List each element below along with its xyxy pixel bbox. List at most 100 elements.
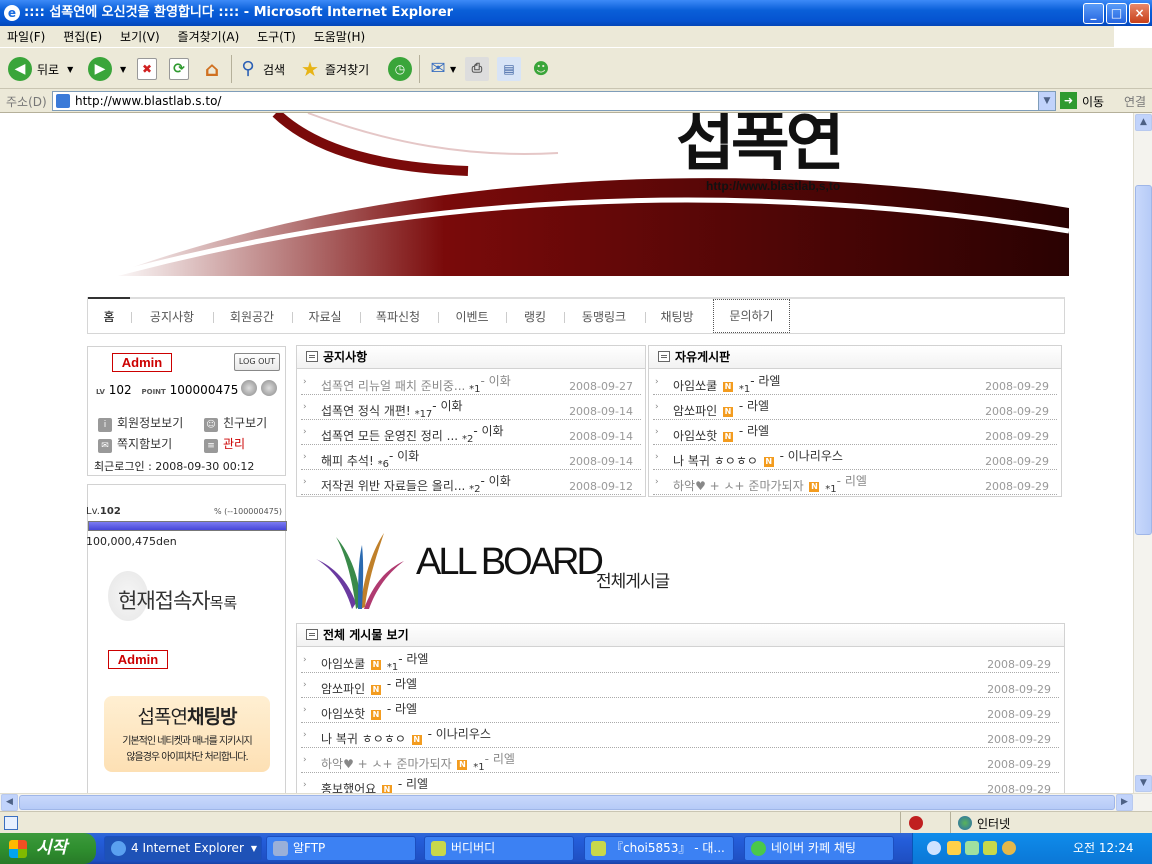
chat-room-banner[interactable]: 섭폭연채팅방 기본적인 네티켓과 매너를 지키시지 않을경우 아이피차단 처리합… (104, 696, 270, 772)
bullet-icon: › (303, 377, 307, 387)
free-board-header[interactable]: 자유게시판 (649, 346, 1061, 369)
task-alftp[interactable]: 알FTP (266, 836, 416, 861)
list-item[interactable]: › 섭폭연 모든 운영진 정리 ... *2- 이화 2008-09-14 (301, 420, 641, 445)
minimize-button[interactable]: _ (1083, 3, 1104, 24)
nav-chat[interactable]: 채팅방 (652, 299, 702, 334)
list-item[interactable]: › 아임쏘핫 N - 라엘 2008-09-29 (301, 698, 1059, 723)
scroll-up-icon[interactable]: ▲ (1135, 114, 1152, 131)
list-item[interactable]: › 아임쏘쿨 N *1- 라엘 2008-09-29 (301, 648, 1059, 673)
forward-button[interactable]: ▶ ▼ (88, 55, 126, 83)
nav-members[interactable]: 회원공간 (218, 299, 286, 334)
new-badge: N (723, 382, 733, 392)
maximize-button[interactable]: □ (1106, 3, 1127, 24)
list-item[interactable]: › 나 복귀 ㅎㅇㅎㅇ N - 이나리우스 2008-09-29 (653, 445, 1057, 470)
list-item[interactable]: › 섭폭연 정식 개편! *17- 이화 2008-09-14 (301, 395, 641, 420)
post-title-line: 해피 추석! *6- 이화 (321, 449, 419, 470)
task-internet-explorer[interactable]: 4 Internet Explorer ▼ (104, 836, 262, 861)
search-button[interactable]: ⚲ 검색 (236, 55, 285, 83)
scroll-down-icon[interactable]: ▼ (1135, 775, 1152, 792)
list-item[interactable]: › 암쏘파인 N - 라엘 2008-09-29 (301, 673, 1059, 698)
vertical-scrollbar[interactable]: ▲ ▼ (1133, 113, 1152, 793)
close-button[interactable]: × (1129, 3, 1150, 24)
menu-file[interactable]: 파일(F) (0, 26, 52, 48)
task-chat-window[interactable]: 『choi5853』 - 대... (584, 836, 734, 861)
logout-button[interactable]: LOG OUT (234, 353, 280, 371)
nav-files[interactable]: 자료실 (296, 299, 354, 334)
address-input[interactable]: http://www.blastlab.s.to/ ▼ (52, 91, 1056, 111)
scroll-right-icon[interactable]: ▶ (1116, 794, 1133, 811)
nav-ranking[interactable]: 랭킹 (512, 299, 558, 334)
tray-app-icon[interactable] (983, 841, 997, 855)
tray-app-icon[interactable] (965, 841, 979, 855)
menu-help[interactable]: 도움말(H) (307, 26, 373, 48)
list-item[interactable]: › 나 복귀 ㅎㅇㅎㅇ N - 이나리우스 2008-09-29 (301, 723, 1059, 748)
comment-count: *2 (469, 484, 481, 495)
list-item[interactable]: › 해피 추석! *6- 이화 2008-09-14 (301, 445, 641, 470)
task-naver-cafe-chat[interactable]: 네이버 카페 채팅 (744, 836, 894, 861)
vertical-scroll-thumb[interactable] (1135, 185, 1152, 535)
nav-inquiry[interactable]: 문의하기 (713, 299, 790, 333)
scroll-left-icon[interactable]: ◀ (1, 794, 18, 811)
gear-icon[interactable] (241, 380, 257, 396)
horizontal-scroll-thumb[interactable] (19, 795, 1115, 810)
favorites-button[interactable]: ★ 즐겨찾기 (298, 55, 369, 83)
all-posts-header[interactable]: 전체 게시물 보기 (297, 624, 1064, 647)
horizontal-scrollbar[interactable]: ◀ ▶ (0, 793, 1152, 811)
nav-links[interactable]: 동맹링크 (570, 299, 638, 334)
post-date: 2008-09-14 (569, 405, 633, 418)
list-item[interactable]: › 섭폭연 리뉴얼 패치 준비중... *1- 이화 2008-09-27 (301, 370, 641, 395)
security-zone: 인터넷 (977, 817, 1011, 831)
tray-app-icon[interactable] (1002, 841, 1016, 855)
back-button[interactable]: ◀ 뒤로 ▼ (8, 55, 73, 83)
settings-add-icon[interactable] (261, 380, 277, 396)
stop-button[interactable]: ✖ (137, 55, 157, 83)
menu-favorites[interactable]: 즐겨찾기(A) (171, 26, 247, 48)
windows-logo-icon (1114, 26, 1152, 48)
home-button[interactable]: ⌂ (200, 55, 224, 83)
start-button[interactable]: 시작 (0, 833, 96, 864)
list-item[interactable]: › 하악♥ + ㅅ+ 준마가되자 N *1- 리엘 2008-09-29 (653, 470, 1057, 495)
friends-link[interactable]: ☺ 친구보기 (204, 414, 267, 432)
menu-tools[interactable]: 도구(T) (250, 26, 303, 48)
ie-icon: e (4, 5, 20, 21)
tray-expand-icon[interactable] (927, 841, 941, 855)
envelope-icon: ✉ (98, 439, 112, 453)
nav-home[interactable]: 홈 (88, 297, 130, 334)
list-item[interactable]: › 저작권 위반 자료들은 올리... *2- 이화 2008-09-12 (301, 470, 641, 495)
new-badge: N (382, 785, 393, 793)
edit-button[interactable]: ▤ (497, 55, 521, 83)
refresh-button[interactable]: ⟳ (169, 55, 189, 83)
tray-app-icon[interactable] (947, 841, 961, 855)
list-item[interactable]: › 암쏘파인 N - 라엘 2008-09-29 (653, 395, 1057, 420)
menu-edit[interactable]: 편집(E) (56, 26, 109, 48)
address-dropdown-icon[interactable]: ▼ (1038, 92, 1055, 110)
star-icon: ★ (301, 57, 319, 81)
connected-admin-badge[interactable]: Admin (108, 650, 168, 669)
post-title: 하악♥ + ㅅ+ 준마가되자 (321, 757, 452, 771)
connected-users-title[interactable]: 현재접속자목록 (118, 585, 237, 615)
nav-request[interactable]: 폭파신청 (364, 299, 432, 334)
links-label[interactable]: 연결 (1124, 93, 1146, 110)
list-item[interactable]: › 하악♥ + ㅅ+ 준마가되자 N *1- 리엘 2008-09-29 (301, 748, 1059, 773)
go-button[interactable]: 이동 (1082, 93, 1104, 110)
messages-link[interactable]: ✉ 쪽지함보기 (98, 435, 172, 453)
task-buddybuddy[interactable]: 버디버디 (424, 836, 574, 861)
free-board: 자유게시판 › 아임쏘쿨 N *1- 라엘 2008-09-29 › 암쏘파인 N - … (648, 345, 1062, 497)
member-info-link[interactable]: i 회원정보보기 (98, 414, 183, 432)
list-item[interactable]: › 아임쏘쿨 N *1- 라엘 2008-09-29 (653, 370, 1057, 395)
go-arrow-icon[interactable]: ➜ (1060, 92, 1077, 109)
list-item[interactable]: › 홍보했어요 N - 리엘 2008-09-29 (301, 773, 1059, 793)
mail-button[interactable]: ✉ ▼ (426, 55, 456, 83)
print-button[interactable]: ⎙ (465, 55, 489, 83)
history-button[interactable]: ◷ (388, 55, 412, 83)
bullet-icon: › (303, 427, 307, 437)
list-item[interactable]: › 아임쏘핫 N - 라엘 2008-09-29 (653, 420, 1057, 445)
admin-link[interactable]: ≡ 관리 (204, 435, 245, 453)
menu-view[interactable]: 보기(V) (113, 26, 167, 48)
post-date: 2008-09-29 (987, 683, 1051, 696)
messenger-button[interactable]: ☻ (529, 55, 553, 83)
nav-notice[interactable]: 공지사항 (138, 299, 206, 334)
nav-event[interactable]: 이벤트 (444, 299, 500, 334)
post-title: 나 복귀 ㅎㅇㅎㅇ (673, 454, 758, 468)
notice-board-header[interactable]: 공지사항 (297, 346, 645, 369)
